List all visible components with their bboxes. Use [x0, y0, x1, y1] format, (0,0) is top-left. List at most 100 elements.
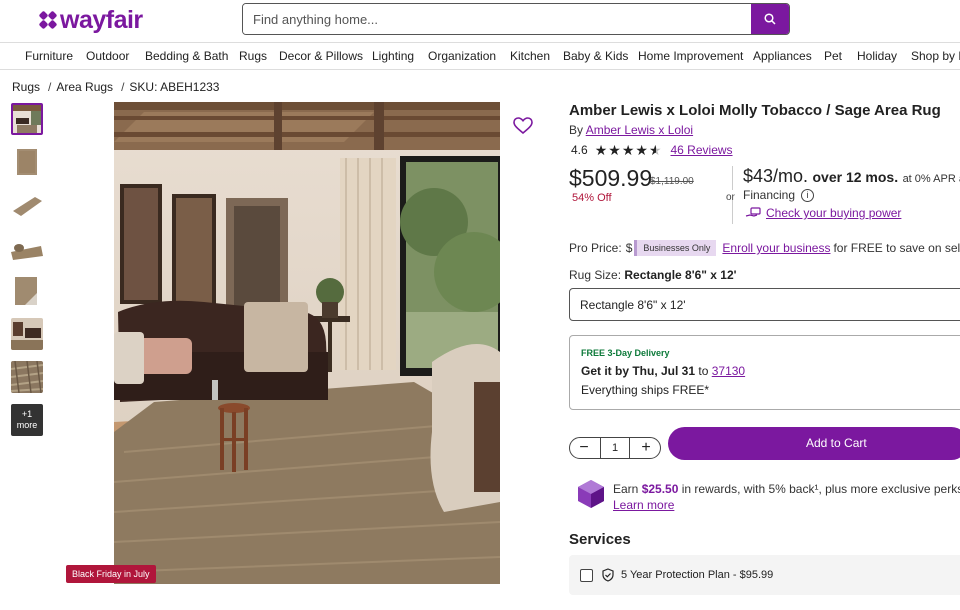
search-input[interactable]	[243, 4, 751, 34]
pro-price-value: $	[625, 241, 633, 255]
breadcrumb-separator: /	[121, 80, 125, 94]
buying-power-link[interactable]: Check your buying power	[766, 206, 901, 220]
product-byline: By Amber Lewis x Loloi	[569, 123, 693, 137]
delivery-tag: FREE 3-Day Delivery	[581, 348, 670, 358]
breadcrumb-separator: /	[48, 80, 52, 94]
size-select[interactable]: Rectangle 8'6" x 12'	[569, 288, 960, 321]
sale-price: $509.99	[569, 165, 653, 191]
original-price: $1,119.00	[650, 176, 694, 187]
breadcrumb-sku: SKU: ABEH1233	[129, 80, 220, 94]
brand-link[interactable]: Amber Lewis x Loloi	[586, 123, 693, 137]
thumbnail-7[interactable]	[11, 361, 43, 393]
rug-flat-thumbnail	[11, 146, 43, 178]
search-bar	[242, 3, 790, 35]
half-star-icon: ★	[648, 142, 662, 158]
financing-row: Financing i	[743, 188, 815, 202]
breadcrumb-area-rugs[interactable]: Area Rugs	[56, 80, 113, 94]
thumbnail-2[interactable]	[11, 146, 43, 178]
thumbnail-5[interactable]	[11, 275, 43, 307]
breadcrumb-rugs[interactable]: Rugs	[12, 80, 40, 94]
more-images-button[interactable]: +1 more	[11, 404, 43, 436]
thumbnail-3[interactable]	[11, 189, 43, 221]
thumbnail-1[interactable]	[11, 103, 43, 135]
enroll-business-link[interactable]: Enroll your business	[722, 241, 830, 255]
category-nav: Furniture Outdoor Bedding & Bath Rugs De…	[0, 42, 960, 70]
nav-item-shop-by-room[interactable]: Shop by R	[911, 49, 960, 63]
reviews-link[interactable]: 46 Reviews	[671, 143, 733, 157]
rug-texture-thumbnail	[11, 361, 43, 393]
learn-more-link[interactable]: Learn more	[613, 498, 674, 512]
nav-item-baby-kids[interactable]: Baby & Kids	[563, 49, 628, 63]
discount-label: 54% Off	[572, 192, 612, 204]
shield-check-icon	[602, 568, 614, 582]
rating-value: 4.6	[571, 143, 588, 157]
room-scene-image	[114, 102, 500, 584]
rug-roll-thumbnail	[11, 232, 43, 264]
divider	[732, 166, 733, 190]
nav-item-decor-pillows[interactable]: Decor & Pillows	[279, 49, 363, 63]
protection-plan-option[interactable]: 5 Year Protection Plan - $95.99	[569, 555, 960, 595]
rug-angle-thumbnail	[11, 189, 43, 221]
thumbnail-6[interactable]	[11, 318, 43, 350]
wayfair-logo[interactable]: wayfair	[38, 6, 143, 34]
delivery-box: FREE 3-Day Delivery Get it by Thu, Jul 3…	[569, 335, 960, 410]
star-icon: ★	[608, 142, 621, 158]
star-icon: ★	[594, 142, 608, 158]
nav-item-organization[interactable]: Organization	[428, 49, 496, 63]
rewards-prefix: Earn	[613, 482, 639, 496]
nav-item-home-improvement[interactable]: Home Improvement	[638, 49, 743, 63]
nav-item-lighting[interactable]: Lighting	[372, 49, 414, 63]
wayfair-logo-icon	[39, 11, 57, 29]
rug-size-label: Rug Size: Rectangle 8'6" x 12'	[569, 268, 737, 282]
nav-item-rugs[interactable]: Rugs	[239, 49, 267, 63]
logo-text: wayfair	[60, 5, 143, 34]
delivery-to: to	[698, 364, 709, 378]
nav-item-kitchen[interactable]: Kitchen	[510, 49, 550, 63]
room-scene-thumbnail	[13, 105, 41, 133]
breadcrumb: Rugs / Area Rugs / SKU: ABEH1233	[12, 80, 222, 94]
rewards-suffix: in rewards, with 5% back¹, plus more exc…	[681, 482, 960, 496]
divider	[732, 200, 733, 224]
star-icon: ★	[621, 142, 635, 158]
enroll-suffix: for FREE to save on select item	[833, 241, 960, 255]
info-icon[interactable]: i	[801, 188, 815, 202]
nav-item-furniture[interactable]: Furniture	[25, 49, 73, 63]
quantity-stepper: − 1 +	[569, 437, 661, 459]
thumbnail-gallery: +1 more	[11, 103, 45, 447]
hand-card-icon	[745, 207, 761, 217]
monthly-price: $43/mo.	[743, 166, 809, 186]
quantity-value[interactable]: 1	[600, 438, 630, 458]
rug-size-prefix: Rug Size:	[569, 268, 622, 282]
business-badge: Businesses Only	[634, 240, 717, 256]
pro-price-label: Pro Price:	[569, 241, 622, 255]
room-detail-thumbnail	[11, 318, 43, 350]
nav-item-pet[interactable]: Pet	[824, 49, 842, 63]
monthly-payment: $43/mo. over 12 mos. at 0% APR avai	[743, 166, 960, 187]
or-label: or	[726, 192, 735, 203]
protection-plan-label: 5 Year Protection Plan - $95.99	[621, 569, 774, 581]
favorite-heart-icon[interactable]	[513, 117, 533, 135]
nav-item-holiday[interactable]: Holiday	[857, 49, 897, 63]
protection-plan-checkbox[interactable]	[580, 568, 593, 582]
shipping-note: Everything ships FREE*	[581, 383, 710, 397]
nav-item-appliances[interactable]: Appliances	[753, 49, 812, 63]
rewards-text: Earn $25.50 in rewards, with 5% back¹, p…	[613, 481, 960, 513]
monthly-apr: at 0% APR avai	[902, 173, 960, 185]
increase-quantity-button[interactable]: +	[632, 438, 660, 458]
search-button[interactable]	[751, 4, 789, 34]
thumbnail-4[interactable]	[11, 232, 43, 264]
rewards-amount: $25.50	[641, 482, 679, 496]
nav-item-outdoor[interactable]: Outdoor	[86, 49, 129, 63]
add-to-cart-button[interactable]: Add to Cart	[668, 427, 960, 460]
zip-code-link[interactable]: 37130	[712, 364, 745, 378]
monthly-term: over 12 mos.	[812, 169, 899, 185]
promo-badge: Black Friday in July	[66, 565, 156, 583]
nav-item-bedding-bath[interactable]: Bedding & Bath	[145, 49, 228, 63]
financing-label: Financing	[743, 188, 796, 202]
decrease-quantity-button[interactable]: −	[570, 438, 598, 458]
product-main-image[interactable]	[114, 102, 500, 584]
star-icon: ★	[635, 142, 648, 158]
services-title: Services	[569, 531, 631, 548]
rug-corner-thumbnail	[11, 275, 43, 307]
rug-size-value: Rectangle 8'6" x 12'	[624, 268, 737, 282]
